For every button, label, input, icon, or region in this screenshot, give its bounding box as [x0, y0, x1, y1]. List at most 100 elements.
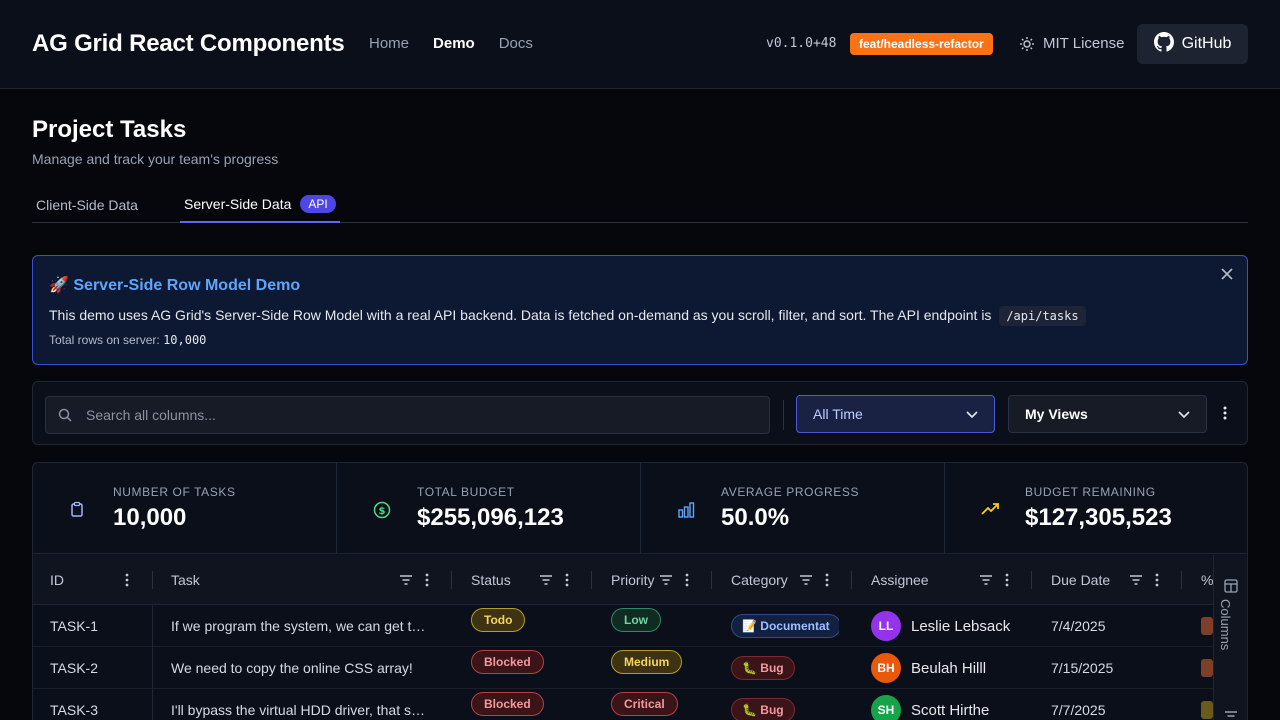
filter-icon[interactable] [799, 573, 813, 587]
github-button[interactable]: GitHub [1137, 24, 1248, 64]
stat-value: $255,096,123 [417, 504, 564, 531]
column-divider[interactable] [152, 571, 153, 589]
version-label: v0.1.0+48 [766, 36, 837, 51]
stats-bar: NUMBER OF TASKS 10,000 $ TOTAL BUDGET $2… [33, 463, 1247, 554]
status-badge: Blocked [471, 650, 544, 674]
column-divider[interactable] [1031, 571, 1032, 589]
cell-progress [1201, 689, 1213, 720]
filter-icon[interactable] [399, 573, 413, 587]
cell-due-date: 7/15/2025 [1051, 660, 1114, 676]
bar-chart-icon [677, 501, 695, 518]
license-link[interactable]: MIT License [1019, 35, 1124, 52]
total-rows-line: Total rows on server: 10,000 [49, 333, 206, 347]
brand-title[interactable]: AG Grid React Components [32, 30, 345, 58]
branch-badge: feat/headless-refactor [850, 33, 993, 55]
info-banner: 🚀 Server-Side Row Model Demo This demo u… [32, 255, 1248, 365]
top-navbar: AG Grid React Components Home Demo Docs … [0, 0, 1280, 89]
column-menu-icon[interactable] [565, 573, 579, 587]
column-menu-icon[interactable] [1155, 573, 1169, 587]
cell-id: TASK-3 [33, 689, 153, 720]
svg-text:$: $ [379, 506, 386, 517]
column-header-due-date[interactable]: Due Date [1051, 555, 1110, 605]
github-label: GitHub [1181, 35, 1232, 52]
cell-assignee: LL Leslie Lebsack [871, 605, 1041, 647]
column-menu-icon[interactable] [1005, 573, 1019, 587]
filter-icon[interactable] [1224, 709, 1238, 720]
cell-status: Blocked [471, 689, 591, 720]
column-menu-icon[interactable] [125, 573, 139, 587]
date-range-dropdown[interactable]: All Time [796, 395, 995, 433]
filter-icon[interactable] [659, 573, 673, 587]
stat-label: BUDGET REMAINING [1025, 485, 1156, 499]
column-divider[interactable] [1181, 571, 1182, 589]
page-subtitle: Manage and track your team's progress [32, 151, 279, 167]
table-row[interactable]: TASK-1 If we program the system, we can … [33, 605, 1213, 647]
column-menu-icon[interactable] [825, 573, 839, 587]
license-label: MIT License [1043, 35, 1125, 52]
stat-budget-remaining: BUDGET REMAINING $127,305,523 [945, 463, 1247, 554]
cell-task: We need to copy the online CSS array! [171, 660, 413, 676]
banner-title: 🚀 Server-Side Row Model Demo [49, 277, 301, 294]
trending-up-icon [981, 501, 999, 517]
filter-icon[interactable] [539, 573, 553, 587]
total-rows-label: Total rows on server: [49, 333, 160, 347]
table-row[interactable]: TASK-2 We need to copy the online CSS ar… [33, 647, 1213, 689]
close-icon[interactable] [1219, 266, 1235, 282]
filter-icon[interactable] [979, 573, 993, 587]
data-source-tabs: Client-Side Data Server-Side Data API [32, 186, 1248, 223]
column-divider[interactable] [711, 571, 712, 589]
column-header-id[interactable]: ID [50, 555, 64, 605]
column-menu-icon[interactable] [425, 573, 439, 587]
dollar-circle-icon: $ [373, 501, 391, 519]
cell-task: I'll bypass the virtual HDD driver, that… [171, 702, 425, 718]
columns-panel-tab[interactable]: Columns [1218, 599, 1233, 669]
cell-category: 📝 Documentat [731, 605, 839, 647]
column-header-progress[interactable]: % [1201, 555, 1213, 605]
more-options-icon[interactable] [1217, 404, 1233, 422]
total-rows-value: 10,000 [163, 333, 207, 347]
priority-badge: Medium [611, 650, 683, 674]
api-badge: API [300, 194, 336, 213]
column-divider[interactable] [591, 571, 592, 589]
column-header-assignee[interactable]: Assignee [871, 555, 929, 605]
stat-label: TOTAL BUDGET [417, 485, 515, 499]
priority-badge: Low [611, 608, 661, 632]
cell-category: 🐛 Bug [731, 689, 839, 720]
nav-home[interactable]: Home [369, 35, 409, 52]
filter-icon[interactable] [1129, 573, 1143, 587]
nav-docs[interactable]: Docs [499, 35, 533, 52]
priority-badge: Critical [611, 692, 678, 716]
nav-demo[interactable]: Demo [433, 35, 475, 52]
column-divider[interactable] [451, 571, 452, 589]
column-header-category[interactable]: Category [731, 555, 788, 605]
column-header-priority[interactable]: Priority [611, 555, 655, 605]
grid-toolbar: All Time My Views [32, 381, 1248, 445]
status-badge: Todo [471, 608, 526, 632]
tab-client-side[interactable]: Client-Side Data [36, 186, 138, 223]
cell-priority: Critical [611, 689, 711, 720]
tab-server-side[interactable]: Server-Side Data API [180, 186, 340, 223]
stat-average-progress: AVERAGE PROGRESS 50.0% [641, 463, 945, 554]
stat-value: $127,305,523 [1025, 504, 1172, 531]
progress-bar [1201, 659, 1213, 677]
cell-due-date: 7/7/2025 [1051, 702, 1106, 718]
grid-header-row: ID Task Status Priority Category Assigne… [33, 555, 1213, 605]
column-menu-icon[interactable] [685, 573, 699, 587]
stat-label: NUMBER OF TASKS [113, 485, 236, 499]
table-row[interactable]: TASK-3 I'll bypass the virtual HDD drive… [33, 689, 1213, 720]
chevron-down-icon [966, 406, 978, 422]
views-dropdown[interactable]: My Views [1008, 395, 1207, 433]
category-badge: 🐛 Bug [731, 656, 795, 680]
main-nav: Home Demo Docs [369, 35, 533, 52]
column-divider[interactable] [851, 571, 852, 589]
column-header-task[interactable]: Task [171, 555, 200, 605]
columns-icon[interactable] [1224, 579, 1238, 596]
cell-priority: Medium [611, 647, 711, 689]
column-header-status[interactable]: Status [471, 555, 511, 605]
category-badge: 🐛 Bug [731, 698, 795, 720]
stat-value: 10,000 [113, 504, 187, 531]
search-input[interactable] [86, 397, 756, 433]
cell-category: 🐛 Bug [731, 647, 839, 689]
date-range-value: All Time [813, 406, 863, 422]
page-title: Project Tasks [32, 116, 187, 143]
